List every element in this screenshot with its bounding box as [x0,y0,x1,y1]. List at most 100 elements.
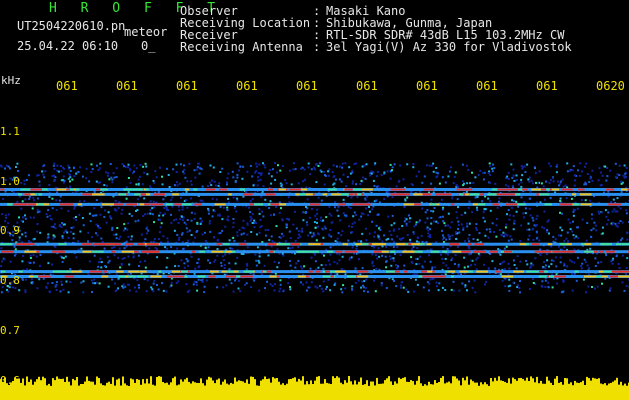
noise-pixel [123,247,126,250]
noise-pixel [177,265,180,267]
noise-pixel [541,226,544,229]
amplitude-bar [160,376,162,400]
noise-pixel [251,175,254,178]
amplitude-bar [624,383,626,400]
amplitude-bar [586,376,588,400]
noise-pixel [618,164,621,167]
noise-pixel [170,213,172,216]
signal-hotspot [624,270,629,273]
noise-pixel [417,237,419,239]
noise-pixel [399,286,402,289]
noise-pixel [72,237,75,240]
noise-pixel [401,225,404,227]
noise-pixel [183,266,186,269]
noise-pixel [347,239,350,242]
noise-pixel [543,261,546,263]
signal-hotspot [270,203,280,206]
signal-hotspot [69,188,74,191]
noise-pixel [572,234,575,237]
noise-pixel [453,263,456,265]
signal-hotspot [335,250,343,253]
noise-pixel [203,291,206,294]
noise-pixel [242,227,245,230]
noise-pixel [563,262,566,265]
noise-pixel [198,172,201,175]
noise-pixel [476,256,479,259]
noise-pixel [457,263,460,266]
noise-pixel [264,198,267,201]
amplitude-bar [126,385,128,400]
noise-pixel [451,197,454,200]
noise-pixel [519,291,521,294]
amplitude-bar [252,376,254,400]
noise-pixel [91,214,94,217]
noise-pixel [463,182,465,185]
noise-pixel [396,246,399,248]
amplitude-bar [498,376,500,400]
noise-pixel [90,163,93,166]
amplitude-bar [422,385,424,400]
amplitude-bar [158,376,160,400]
noise-pixel [99,181,102,184]
noise-pixel [335,165,338,168]
noise-pixel [115,176,118,178]
noise-pixel [196,262,199,264]
noise-pixel [498,200,500,203]
amplitude-bar [360,377,362,400]
noise-pixel [315,181,318,184]
noise-pixel [581,262,584,265]
noise-pixel [174,184,176,187]
noise-pixel [198,265,201,268]
noise-pixel [546,230,549,233]
noise-pixel [24,198,27,201]
noise-pixel [289,264,292,267]
noise-pixel [507,185,510,188]
noise-pixel [62,288,65,291]
noise-pixel [99,257,102,260]
noise-pixel [538,170,541,173]
noise-pixel [594,224,597,227]
noise-pixel [116,227,119,229]
noise-pixel [275,225,278,228]
noise-pixel [138,265,140,267]
signal-hotspot [82,193,91,196]
noise-pixel [328,168,331,171]
noise-pixel [175,163,178,166]
noise-pixel [156,284,158,286]
amplitude-bar [456,378,458,400]
noise-pixel [131,172,134,175]
noise-pixel [567,218,570,221]
amplitude-bar [496,380,498,400]
noise-pixel [103,216,106,218]
noise-pixel [364,197,367,200]
noise-pixel [146,226,149,229]
noise-pixel [330,235,333,238]
noise-pixel [324,264,327,267]
noise-pixel [330,273,333,276]
noise-pixel [88,212,91,215]
noise-pixel [365,163,368,166]
amplitude-bar [306,381,308,400]
noise-pixel [105,171,108,174]
noise-pixel [32,261,35,264]
noise-pixel [177,238,180,241]
noise-pixel [487,267,490,270]
noise-pixel [99,162,102,165]
noise-pixel [259,178,262,181]
noise-pixel [208,220,211,223]
amplitude-bar [572,385,574,400]
noise-pixel [252,278,255,280]
noise-pixel [69,180,71,183]
noise-pixel [281,219,284,222]
noise-pixel [132,255,135,258]
noise-pixel [18,195,21,198]
signal-hotspot [386,270,395,273]
signal-hotspot [478,203,486,206]
noise-pixel [555,171,558,174]
noise-pixel [82,224,85,227]
noise-pixel [145,290,148,293]
noise-pixel [179,163,182,166]
noise-pixel [400,284,403,287]
noise-pixel [69,176,72,179]
noise-pixel [237,287,240,290]
